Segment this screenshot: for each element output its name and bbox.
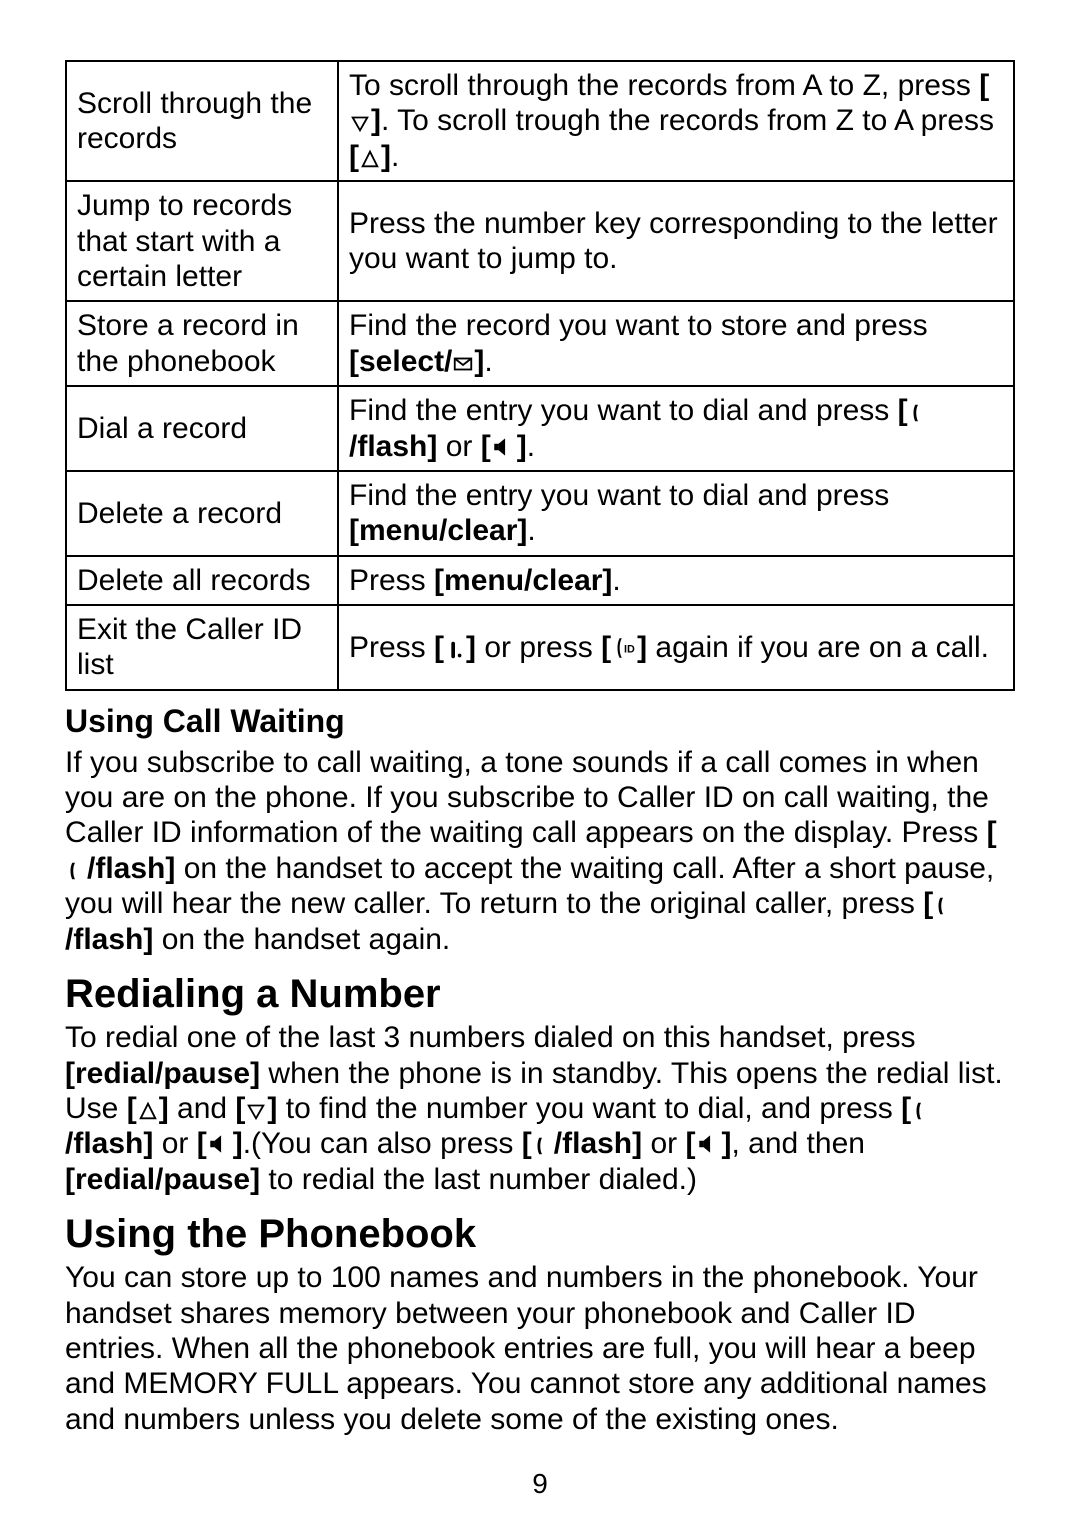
manual-page: Scroll through the records To scroll thr…	[0, 0, 1080, 1540]
talk-icon	[65, 860, 87, 882]
op-desc: Find the entry you want to dial and pres…	[338, 471, 1014, 556]
op-desc: Find the entry you want to dial and pres…	[338, 386, 1014, 471]
table-row: Exit the Caller ID list Press [] or pres…	[66, 605, 1014, 690]
table-row: Scroll through the records To scroll thr…	[66, 61, 1014, 181]
end-icon	[444, 639, 466, 661]
op-label: Dial a record	[66, 386, 338, 471]
op-label: Store a record in the phonebook	[66, 301, 338, 386]
redial-text: To redial one of the last 3 numbers dial…	[65, 1020, 1015, 1197]
section-heading-redial: Redialing a Number	[65, 971, 1015, 1018]
op-desc: Press [menu/clear].	[338, 556, 1014, 605]
table-row: Delete all records Press [menu/clear].	[66, 556, 1014, 605]
page-number: 9	[65, 1467, 1015, 1500]
caller-id-icon: ID	[611, 635, 637, 661]
op-label: Delete all records	[66, 556, 338, 605]
op-label: Delete a record	[66, 471, 338, 556]
section-heading-call-waiting: Using Call Waiting	[65, 703, 1015, 741]
down-triangle-icon	[245, 1100, 267, 1122]
op-desc: Press the number key corresponding to th…	[338, 181, 1014, 301]
speaker-icon	[207, 1131, 233, 1157]
section-heading-phonebook: Using the Phonebook	[65, 1211, 1015, 1258]
op-label: Exit the Caller ID list	[66, 605, 338, 690]
speaker-icon	[696, 1131, 722, 1157]
call-waiting-text: If you subscribe to call waiting, a tone…	[65, 745, 1015, 957]
talk-icon	[911, 1100, 933, 1122]
talk-icon	[933, 895, 955, 917]
table-row: Dial a record Find the entry you want to…	[66, 386, 1014, 471]
op-desc: To scroll through the records from A to …	[338, 61, 1014, 181]
envelope-icon	[452, 353, 474, 375]
operations-table: Scroll through the records To scroll thr…	[65, 60, 1015, 691]
talk-icon	[532, 1135, 554, 1157]
svg-text:ID: ID	[624, 643, 635, 655]
table-row: Delete a record Find the entry you want …	[66, 471, 1014, 556]
table-row: Store a record in the phonebook Find the…	[66, 301, 1014, 386]
up-triangle-icon	[359, 148, 381, 170]
op-desc: Press [] or press [ID] again if you are …	[338, 605, 1014, 690]
talk-icon	[908, 402, 930, 424]
op-label: Scroll through the records	[66, 61, 338, 181]
op-label: Jump to records that start with a certai…	[66, 181, 338, 301]
speaker-icon	[491, 434, 517, 460]
down-triangle-icon	[349, 112, 371, 134]
op-desc: Find the record you want to store and pr…	[338, 301, 1014, 386]
phonebook-text: You can store up to 100 names and number…	[65, 1260, 1015, 1437]
table-row: Jump to records that start with a certai…	[66, 181, 1014, 301]
up-triangle-icon	[137, 1100, 159, 1122]
